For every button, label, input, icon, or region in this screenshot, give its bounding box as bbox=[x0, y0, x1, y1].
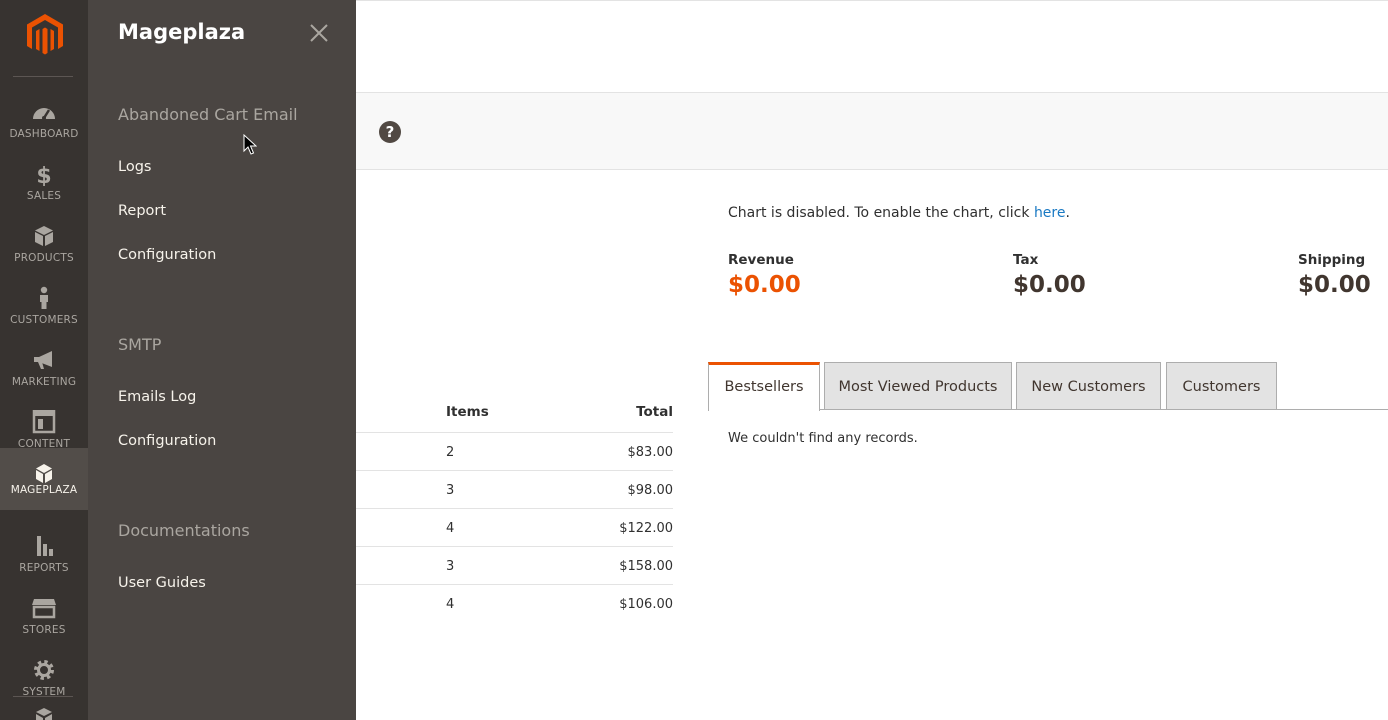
store-icon bbox=[32, 599, 56, 619]
table-row[interactable]: 3 $158.00 bbox=[356, 546, 673, 585]
nav-label: STORES bbox=[22, 624, 66, 636]
chart-disabled-message: Chart is disabled. To enable the chart, … bbox=[728, 205, 1070, 221]
stat-revenue: Revenue $0.00 bbox=[728, 252, 801, 298]
stat-value: $0.00 bbox=[1298, 272, 1371, 298]
enable-chart-link[interactable]: here bbox=[1034, 205, 1066, 221]
stat-value: $0.00 bbox=[1013, 272, 1086, 298]
cell-items: 4 bbox=[446, 597, 455, 612]
table-row[interactable]: 2 $83.00 bbox=[356, 432, 673, 471]
column-header-total: Total bbox=[636, 404, 673, 420]
magento-logo-icon[interactable] bbox=[25, 13, 65, 57]
nav-item-products[interactable]: PRODUCTS bbox=[0, 212, 88, 274]
logo-divider bbox=[13, 76, 73, 77]
nav-label: MAGEPLAZA bbox=[10, 484, 78, 496]
nav-item-reports[interactable]: REPORTS bbox=[0, 522, 88, 584]
dashboard-icon bbox=[33, 108, 55, 120]
nav-label: REPORTS bbox=[19, 562, 69, 574]
chart-message-text: Chart is disabled. To enable the chart, … bbox=[728, 205, 1034, 221]
tab-bestsellers[interactable]: Bestsellers bbox=[708, 362, 820, 411]
stat-label: Revenue bbox=[728, 252, 794, 268]
bar-chart-icon bbox=[37, 536, 53, 556]
nav-label: SALES bbox=[26, 190, 62, 202]
cell-total: $122.00 bbox=[619, 521, 673, 536]
partners-icon[interactable] bbox=[32, 706, 56, 720]
cell-total: $158.00 bbox=[619, 559, 673, 574]
tab-most-viewed-products[interactable]: Most Viewed Products bbox=[824, 362, 1012, 409]
menu-link-emails-log[interactable]: Emails Log bbox=[118, 389, 196, 405]
table-row[interactable]: 3 $98.00 bbox=[356, 470, 673, 509]
nav-item-dashboard[interactable]: DASHBOARD bbox=[0, 88, 88, 150]
megaphone-icon bbox=[34, 351, 52, 369]
stat-label: Shipping bbox=[1298, 252, 1366, 268]
nav-label: DASHBOARD bbox=[9, 128, 79, 140]
cell-items: 3 bbox=[446, 559, 455, 574]
menu-link-configuration[interactable]: Configuration bbox=[118, 247, 216, 263]
group-title-smtp: SMTP bbox=[118, 335, 162, 354]
empty-records-message: We couldn't find any records. bbox=[728, 431, 918, 446]
nav-item-marketing[interactable]: MARKETING bbox=[0, 336, 88, 398]
admin-menu: DASHBOARD $ SALES PRODUCTS CUSTOMERS MAR… bbox=[0, 0, 88, 720]
close-icon[interactable] bbox=[309, 23, 329, 43]
cell-items: 3 bbox=[446, 483, 455, 498]
header-divider bbox=[356, 0, 1388, 1]
mageplaza-submenu-panel: Mageplaza Abandoned Cart Email Logs Repo… bbox=[88, 0, 356, 720]
nav-item-system[interactable]: SYSTEM bbox=[0, 646, 88, 708]
box-icon bbox=[35, 226, 53, 246]
panel-title: Mageplaza bbox=[118, 20, 246, 44]
group-title-documentations: Documentations bbox=[118, 521, 250, 540]
tab-new-customers[interactable]: New Customers bbox=[1016, 362, 1161, 409]
mageplaza-icon bbox=[36, 464, 52, 483]
mouse-cursor-icon bbox=[243, 134, 257, 155]
nav-bottom-divider bbox=[13, 696, 73, 697]
table-row[interactable]: 4 $122.00 bbox=[356, 508, 673, 547]
menu-link-user-guides[interactable]: User Guides bbox=[118, 575, 206, 591]
stat-tax: Tax $0.00 bbox=[1013, 252, 1086, 298]
person-icon bbox=[40, 286, 48, 309]
nav-item-mageplaza[interactable]: MAGEPLAZA bbox=[0, 448, 88, 510]
menu-link-smtp-configuration[interactable]: Configuration bbox=[118, 433, 216, 449]
table-row[interactable]: 4 $106.00 bbox=[356, 584, 673, 623]
nav-label: PRODUCTS bbox=[14, 252, 74, 264]
cell-items: 2 bbox=[446, 445, 455, 460]
cell-total: $98.00 bbox=[627, 483, 674, 498]
tab-customers[interactable]: Customers bbox=[1166, 362, 1277, 409]
nav-item-sales[interactable]: $ SALES bbox=[0, 150, 88, 212]
nav-item-customers[interactable]: CUSTOMERS bbox=[0, 274, 88, 336]
menu-link-logs[interactable]: Logs bbox=[118, 159, 151, 175]
chart-message-end: . bbox=[1065, 205, 1070, 221]
layout-icon bbox=[32, 410, 56, 434]
stat-value: $0.00 bbox=[728, 272, 801, 298]
gear-icon bbox=[34, 660, 54, 680]
nav-label: MARKETING bbox=[11, 376, 77, 388]
stat-shipping: Shipping $0.00 bbox=[1298, 252, 1371, 298]
dashboard-content: ? Chart is disabled. To enable the chart… bbox=[356, 0, 1388, 720]
cell-items: 4 bbox=[446, 521, 455, 536]
dashboard-tabs: Bestsellers Most Viewed Products New Cus… bbox=[708, 362, 1388, 411]
cell-total: $106.00 bbox=[619, 597, 673, 612]
group-title-abandoned-cart-email: Abandoned Cart Email bbox=[118, 105, 298, 124]
dollar-icon: $ bbox=[36, 164, 51, 186]
page-actions-bar: ? bbox=[356, 92, 1388, 170]
help-icon[interactable]: ? bbox=[379, 121, 401, 143]
menu-link-report[interactable]: Report bbox=[118, 203, 166, 219]
stat-label: Tax bbox=[1013, 252, 1039, 268]
nav-item-stores[interactable]: STORES bbox=[0, 584, 88, 646]
svg-text:$: $ bbox=[36, 164, 51, 186]
column-header-items: Items bbox=[446, 404, 489, 420]
cell-total: $83.00 bbox=[627, 445, 674, 460]
nav-label: CUSTOMERS bbox=[10, 314, 78, 326]
